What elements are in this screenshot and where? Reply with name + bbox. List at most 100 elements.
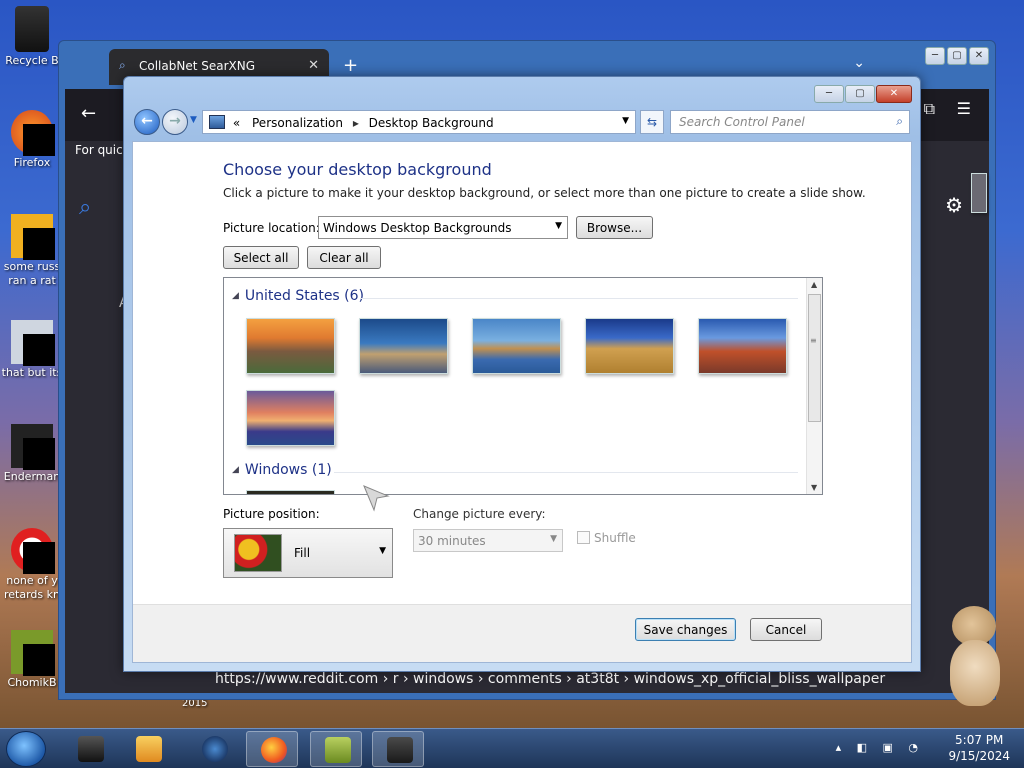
- breadcrumb-desktop-background[interactable]: Desktop Background: [369, 116, 494, 130]
- desktop-icon-label: Recycle B: [5, 54, 59, 67]
- new-tab-button[interactable]: +: [343, 55, 358, 76]
- cancel-button[interactable]: Cancel: [750, 618, 822, 641]
- wallpaper-gallery[interactable]: ◢ United States (6) ◢ Windows (1) ▲ ≡ ▼: [223, 277, 823, 495]
- system-tray-icons[interactable]: ▴ ◧ ▣ ◔: [836, 741, 924, 754]
- picture-location-value: Windows Desktop Backgrounds: [323, 221, 512, 235]
- gallery-scrollbar[interactable]: ▲ ≡ ▼: [806, 278, 822, 494]
- save-changes-button[interactable]: Save changes: [635, 618, 736, 641]
- tab-title: CollabNet SearXNG: [139, 59, 256, 73]
- search-input[interactable]: Search Control Panel ⌕: [670, 110, 910, 134]
- grip-icon: ≡: [810, 336, 817, 345]
- scroll-thumb[interactable]: [971, 173, 987, 213]
- breadcrumb-separator[interactable]: ▸: [353, 116, 359, 130]
- wallpaper-thumbnail[interactable]: [246, 390, 335, 446]
- browser-scrollbar[interactable]: [971, 161, 987, 623]
- window-caption-buttons: ─ ▢ ✕: [814, 85, 912, 103]
- chevron-down-icon: ▼: [555, 221, 562, 231]
- tab-list-button[interactable]: ⌄: [853, 55, 865, 71]
- minimize-button[interactable]: ─: [925, 47, 945, 65]
- copy-icon: [11, 320, 55, 366]
- taskbar-item-firefox[interactable]: [246, 731, 298, 767]
- extensions-icon[interactable]: ⧉: [924, 99, 935, 119]
- taskbar-item-control-panel[interactable]: [372, 731, 424, 767]
- clock-date: 9/15/2024: [948, 749, 1010, 763]
- collapse-icon[interactable]: ◢: [232, 465, 239, 475]
- shuffle-label: Shuffle: [594, 531, 636, 545]
- page-description: Click a picture to make it your desktop …: [223, 186, 866, 200]
- scroll-up-icon[interactable]: ▲: [811, 280, 817, 289]
- navigation-bar: ← → ▼ « Personalization ▸ Desktop Backgr…: [132, 109, 912, 135]
- desktop-icon-enderman[interactable]: Enderman: [0, 424, 64, 484]
- search-icon[interactable]: ⌕: [79, 195, 91, 220]
- taskbar: ▴ ◧ ▣ ◔ 5:07 PM 9/15/2024: [0, 728, 1024, 768]
- desktop-icon-label: none of y: [6, 574, 58, 587]
- taskbar-item[interactable]: [122, 731, 174, 767]
- select-all-button[interactable]: Select all: [223, 246, 299, 269]
- breadcrumb-overflow[interactable]: «: [233, 116, 240, 130]
- desktop-icon-chomikbox[interactable]: ChomikB: [0, 630, 64, 690]
- taskbar-item[interactable]: [64, 731, 116, 767]
- page-title: Choose your desktop background: [223, 160, 492, 179]
- clock[interactable]: 5:07 PM 9/15/2024: [948, 732, 1010, 764]
- desktop-icon-firefox[interactable]: Firefox: [0, 110, 64, 170]
- clear-all-button[interactable]: Clear all: [307, 246, 381, 269]
- desktop-icon-file-2[interactable]: that but its: [0, 320, 64, 380]
- breadcrumb-personalization[interactable]: Personalization: [252, 116, 343, 130]
- wallpaper-thumbnail[interactable]: [359, 318, 448, 374]
- recent-pages-dropdown-icon[interactable]: ▼: [190, 115, 197, 125]
- wallpaper-thumbnail[interactable]: [246, 318, 335, 374]
- minimize-button[interactable]: ─: [814, 85, 844, 103]
- address-bar[interactable]: « Personalization ▸ Desktop Background ▼: [202, 110, 636, 134]
- group-header-windows[interactable]: ◢ Windows (1): [232, 462, 332, 478]
- group-header-united-states[interactable]: ◢ United States (6): [232, 288, 364, 304]
- desktop-icon-file-1[interactable]: some russ ran a rat: [0, 214, 64, 288]
- wallpaper-thumbnail[interactable]: [246, 490, 335, 494]
- collapse-icon[interactable]: ◢: [232, 291, 239, 301]
- app-icon: [11, 424, 55, 470]
- result-url[interactable]: https://www.reddit.com › r › windows › c…: [215, 671, 885, 687]
- search-icon: ⌕: [119, 58, 126, 72]
- group-divider: [334, 472, 798, 473]
- close-button[interactable]: ✕: [876, 85, 912, 103]
- search-icon[interactable]: ⌕: [896, 114, 903, 129]
- maximize-button[interactable]: ▢: [845, 85, 875, 103]
- chevron-down-icon[interactable]: ▼: [622, 116, 629, 126]
- group-title: Windows (1): [244, 462, 332, 478]
- shuffle-checkbox[interactable]: Shuffle: [577, 531, 636, 545]
- start-button[interactable]: [6, 731, 46, 767]
- app-icon: [78, 736, 104, 762]
- checkbox-box[interactable]: [577, 531, 590, 544]
- desktop-icon-recycle-bin[interactable]: Recycle B: [0, 6, 64, 68]
- desktop-icon-label: some russ: [3, 260, 61, 273]
- forward-button[interactable]: →: [162, 109, 188, 135]
- taskbar-item-chomikbox[interactable]: [310, 731, 362, 767]
- browse-button[interactable]: Browse...: [576, 216, 653, 239]
- content-pane: Choose your desktop background Click a p…: [132, 141, 912, 663]
- recycle-bin-icon: [15, 6, 49, 52]
- scroll-thumb[interactable]: [808, 294, 821, 422]
- search-placeholder: Search Control Panel: [679, 115, 805, 129]
- control-panel-window[interactable]: ─ ▢ ✕ ← → ▼ « Personalization ▸ Desktop …: [123, 76, 921, 672]
- wallpaper-thumbnail[interactable]: [698, 318, 787, 374]
- back-arrow-icon[interactable]: ←: [81, 103, 96, 124]
- refresh-button[interactable]: ⇆: [640, 110, 664, 134]
- back-button[interactable]: ←: [134, 109, 160, 135]
- change-picture-interval-select[interactable]: 30 minutes ▼: [413, 529, 563, 552]
- menu-icon[interactable]: ☰: [957, 99, 971, 118]
- picture-position-select[interactable]: Fill ▼: [223, 528, 393, 578]
- media-player-icon: [136, 736, 162, 762]
- wallpaper-thumbnail[interactable]: [472, 318, 561, 374]
- desktop-icon-label: ChomikB: [7, 676, 57, 689]
- desktop-icon-file-3[interactable]: none of y retards kn: [0, 528, 64, 602]
- maximize-button[interactable]: ▢: [947, 47, 967, 65]
- taskbar-item[interactable]: [188, 731, 240, 767]
- close-button[interactable]: ✕: [969, 47, 989, 65]
- scroll-down-icon[interactable]: ▼: [811, 483, 817, 492]
- firefox-icon: [11, 110, 55, 156]
- tab-close-icon[interactable]: ✕: [308, 58, 319, 73]
- picture-position-value: Fill: [294, 546, 311, 560]
- picture-location-select[interactable]: Windows Desktop Backgrounds ▼: [318, 216, 568, 239]
- wallpaper-thumbnail[interactable]: [585, 318, 674, 374]
- gear-icon[interactable]: ⚙: [945, 193, 963, 217]
- chomikbox-icon: [325, 737, 351, 763]
